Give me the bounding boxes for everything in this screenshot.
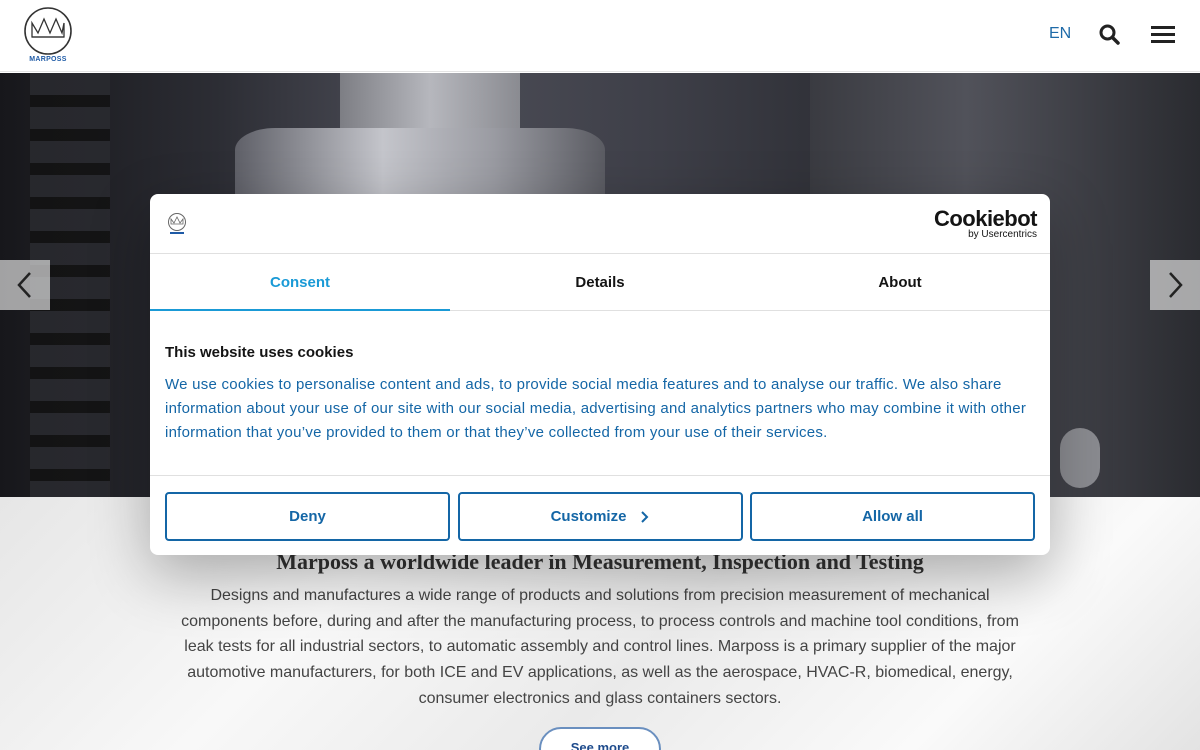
hamburger-menu-icon[interactable]: [1151, 26, 1175, 44]
marposs-mini-logo-icon: [166, 212, 188, 236]
chevron-left-icon: [17, 272, 31, 298]
chevron-right-icon: [1169, 272, 1183, 298]
marposs-logo[interactable]: MARPOSS: [22, 7, 74, 65]
site-header: MARPOSS EN: [0, 0, 1200, 72]
slider-next-button[interactable]: [1150, 260, 1200, 310]
cookiebot-byline: by Usercentrics: [968, 229, 1037, 240]
cookiebot-name: Cookiebot: [933, 206, 1038, 231]
tab-consent[interactable]: Consent: [150, 254, 450, 311]
dialog-tabs: Consent Details About: [150, 254, 1050, 311]
customize-button-label: Customize: [550, 508, 627, 525]
tab-details[interactable]: Details: [450, 254, 750, 310]
cookie-consent-dialog: Cookiebot by Usercentrics Consent Detail…: [150, 194, 1050, 555]
search-icon[interactable]: [1099, 24, 1121, 46]
chevron-right-icon: [641, 510, 649, 523]
cookiebot-logo[interactable]: Cookiebot by Usercentrics: [932, 206, 1038, 241]
dialog-title: This website uses cookies: [165, 344, 354, 361]
slider-prev-button[interactable]: [0, 260, 50, 310]
marposs-logo-mark-icon: [24, 7, 72, 55]
customize-button[interactable]: Customize: [458, 492, 743, 541]
dialog-description: We use cookies to personalise content an…: [165, 376, 1027, 441]
hero-image-detail: [1060, 428, 1100, 488]
allow-all-button-label: Allow all: [862, 508, 923, 525]
allow-all-button[interactable]: Allow all: [750, 492, 1035, 541]
dialog-footer: Deny Customize Allow all: [150, 475, 1050, 555]
language-selector[interactable]: EN: [1049, 25, 1071, 43]
deny-button-label: Deny: [289, 508, 326, 525]
see-more-button[interactable]: See more: [539, 727, 661, 750]
intro-body: Designs and manufactures a wide range of…: [181, 587, 1019, 707]
tab-about[interactable]: About: [750, 254, 1050, 310]
deny-button[interactable]: Deny: [165, 492, 450, 541]
dialog-header: Cookiebot by Usercentrics: [150, 194, 1050, 254]
logo-wordmark: MARPOSS: [29, 56, 67, 63]
